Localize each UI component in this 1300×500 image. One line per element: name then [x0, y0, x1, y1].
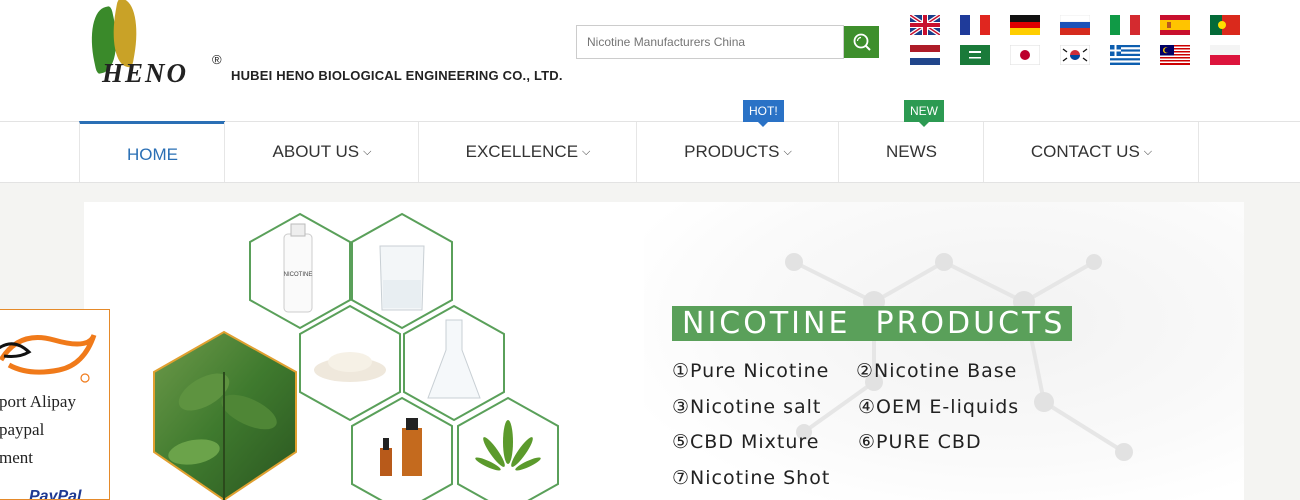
beaker-hexagon: [351, 212, 453, 330]
nav-about-us[interactable]: ABOUT US ⌵: [224, 122, 419, 182]
flask-hexagon: [403, 304, 505, 422]
molecule-background: [644, 202, 1244, 500]
nav-products[interactable]: HOT! PRODUCTS ⌵: [636, 100, 839, 182]
portuguese-flag[interactable]: [1210, 15, 1240, 35]
product-item: ④OEM E-liquids: [858, 396, 1020, 418]
hot-badge: HOT!: [743, 100, 784, 127]
main-navigation: HOME ABOUT US ⌵ EXCELLENCE ⌵ HOT! PRODUC…: [0, 100, 1300, 183]
paypal-logo: PayPal: [29, 488, 82, 500]
italian-flag[interactable]: [1110, 15, 1140, 35]
chevron-down-icon: ⌵: [783, 145, 792, 158]
product-item: ②Nicotine Base: [856, 360, 1018, 382]
nav-excellence[interactable]: EXCELLENCE ⌵: [418, 122, 637, 182]
registered-mark: ®: [212, 52, 222, 67]
company-name: HUBEI HENO BIOLOGICAL ENGINEERING CO., L…: [231, 68, 563, 83]
alipay-support-badge[interactable]: port Alipay paypal ment PayPal: [0, 309, 110, 500]
bottle-label: NICOTINE: [284, 272, 313, 278]
molecule-graphic: [785, 253, 1133, 461]
greek-flag[interactable]: [1110, 45, 1140, 65]
nav-news[interactable]: NEW NEWS: [838, 100, 984, 182]
product-item: ①Pure Nicotine: [672, 360, 830, 382]
product-hexagon-collage: NICOTINE: [84, 202, 604, 500]
tobacco-leaf-hexagon: [153, 330, 297, 500]
chevron-down-icon: ⌵: [363, 145, 372, 158]
german-flag[interactable]: [1010, 15, 1040, 35]
cannabis-leaf-hexagon: [457, 396, 559, 500]
japanese-flag[interactable]: [1010, 45, 1040, 65]
product-item: ⑤CBD Mixture: [672, 431, 820, 453]
logo-wordmark: HENO: [102, 58, 189, 88]
search-form: [576, 25, 880, 59]
company-logo[interactable]: HENO ® HUBEI HENO BIOLOGICAL ENGINEERING…: [83, 0, 563, 90]
payment-text: ment: [0, 448, 33, 467]
nav-news-label: NEWS: [886, 142, 937, 161]
language-selector: [910, 15, 1245, 70]
dutch-flag[interactable]: [910, 45, 940, 65]
chevron-down-icon: ⌵: [582, 145, 591, 158]
new-badge: NEW: [904, 100, 944, 127]
nav-home-label: HOME: [127, 145, 178, 164]
nav-products-label: PRODUCTS: [684, 142, 780, 161]
french-flag[interactable]: [960, 15, 990, 35]
paypal-text: paypal: [0, 420, 45, 439]
nav-about-us-label: ABOUT US: [272, 142, 360, 161]
english-flag[interactable]: [910, 15, 940, 35]
search-button[interactable]: [844, 26, 879, 58]
russian-flag[interactable]: [1060, 15, 1090, 35]
eliquid-hexagon: [351, 396, 453, 500]
powder-hexagon: [299, 304, 401, 422]
nav-contact-us-label: CONTACT US: [1030, 142, 1140, 161]
search-input[interactable]: [576, 25, 844, 59]
nav-contact-us[interactable]: CONTACT US ⌵: [983, 122, 1199, 182]
site-header: HENO ® HUBEI HENO BIOLOGICAL ENGINEERING…: [0, 0, 1300, 122]
spanish-flag[interactable]: [1160, 15, 1190, 35]
nicotine-bottle-hexagon: NICOTINE: [249, 212, 351, 330]
nav-home[interactable]: HOME: [79, 121, 225, 182]
product-item: ⑥PURE CBD: [858, 431, 982, 453]
malay-flag[interactable]: [1160, 45, 1190, 65]
nav-excellence-label: EXCELLENCE: [465, 142, 579, 161]
hero-banner[interactable]: NICOTINE: [84, 202, 1244, 500]
nav-divider: [1198, 122, 1199, 182]
polish-flag[interactable]: [1210, 45, 1240, 65]
arabic-flag[interactable]: [960, 45, 990, 65]
alibaba-logo-icon: [0, 333, 97, 383]
banner-title: NICOTINE PRODUCTS: [672, 306, 1072, 341]
alipay-text: port Alipay: [0, 392, 76, 411]
search-icon: [853, 33, 871, 51]
product-item: ③Nicotine salt: [672, 396, 822, 418]
chevron-down-icon: ⌵: [1143, 145, 1153, 158]
product-item: ⑦Nicotine Shot: [672, 467, 831, 489]
korean-flag[interactable]: [1060, 45, 1090, 65]
